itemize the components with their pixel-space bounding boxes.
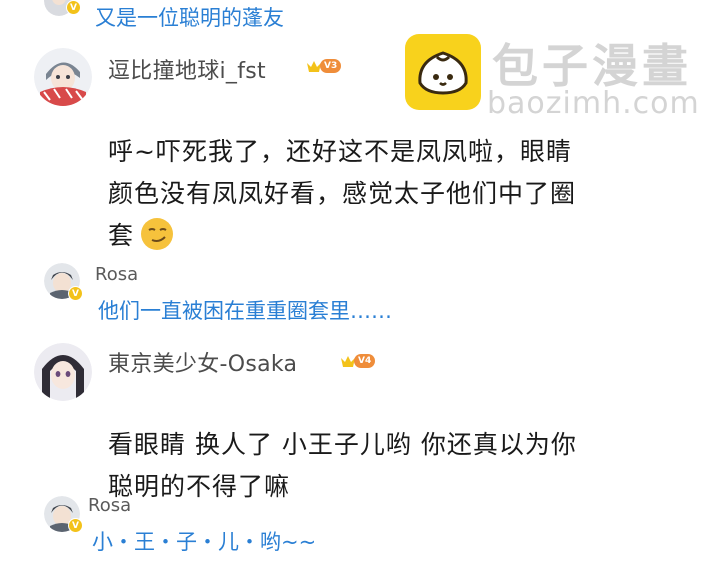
watermark-url: baozimh.com <box>487 86 700 121</box>
comment-line: 看眼睛 换人了 小王子儿哟 你还真以为你 <box>108 430 577 459</box>
level-badge: V4 <box>340 352 376 370</box>
verified-badge-icon: V <box>68 518 83 533</box>
level-badge: V3 <box>306 57 342 75</box>
comment-line: 套 <box>108 221 135 250</box>
bun-logo-icon <box>405 34 481 110</box>
comment-line: 呼~吓死我了，还好这不是凤凤啦，眼睛 <box>108 137 572 166</box>
avatar[interactable] <box>34 48 92 106</box>
level-label: V4 <box>354 354 376 368</box>
avatar[interactable] <box>34 343 92 401</box>
reply-text: 小・王・子・儿・哟~~ <box>92 530 317 554</box>
verified-badge-icon: V <box>66 0 81 15</box>
level-label: V3 <box>320 59 342 73</box>
username[interactable]: 逗比撞地球i_fst <box>108 53 266 85</box>
reply-text: 又是一位聪明的蓬友 <box>95 6 284 30</box>
username[interactable]: 東京美少女-Osaka <box>108 346 297 378</box>
reply-text: 他们一直被困在重重圈套里…… <box>98 299 392 323</box>
reply-username[interactable]: Rosa <box>95 264 138 285</box>
comment-line: 聪明的不得了嘛 <box>108 472 291 501</box>
verified-badge-icon: V <box>68 286 83 301</box>
comment-line: 颜色没有凤凤好看，感觉太子他们中了圈 <box>108 179 577 208</box>
smirk-emoji-icon <box>140 217 174 251</box>
reply-username[interactable]: Rosa <box>88 495 131 516</box>
